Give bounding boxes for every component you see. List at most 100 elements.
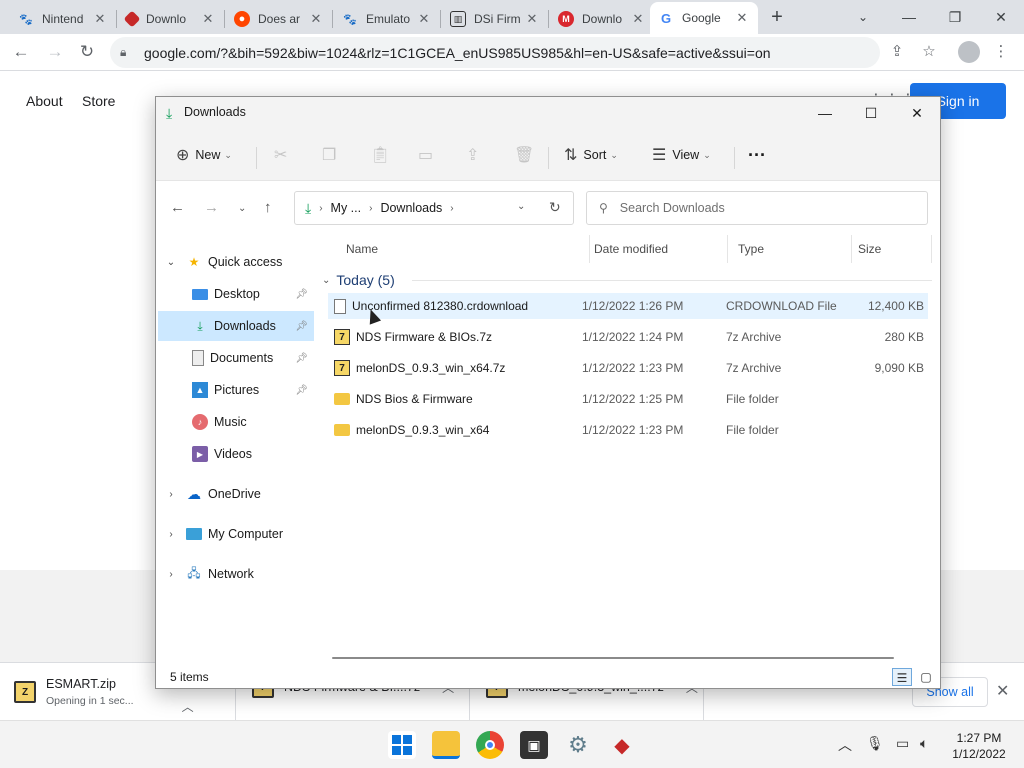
restore-icon[interactable]: ❐ [932,4,978,30]
nav-music[interactable]: ♪ Music [158,407,314,437]
close-window-icon[interactable]: ✕ [978,4,1024,30]
file-row[interactable]: NDS Bios & Firmware 1/12/2022 1:25 PM Fi… [328,386,928,412]
diamond-app-icon[interactable]: ◆ [608,731,636,759]
tiles-view-icon[interactable]: ▢ [916,668,936,686]
nav-videos[interactable]: ▶ Videos [158,439,314,469]
close-tab-icon[interactable]: ✕ [630,11,646,27]
chrome-taskbar-icon[interactable] [476,731,504,759]
minimize-icon[interactable]: — [802,99,848,127]
browser-tab-active[interactable]: G Google ✕ [650,2,758,34]
chevron-right-icon[interactable]: › [164,529,178,540]
browser-tab[interactable]: ● Does ar ✕ [226,4,332,34]
close-tab-icon[interactable]: ✕ [200,11,216,27]
browser-tab[interactable]: ▥ DSi Firm ✕ [442,4,548,34]
horizontal-scrollbar[interactable] [332,657,894,659]
system-clock[interactable]: 1:27 PM 1/12/2022 [944,730,1014,762]
network-monitor-icon[interactable]: ▭ [896,735,909,752]
chevron-up-icon[interactable]: ︿ [182,698,194,715]
view-button[interactable]: ☰ View ⌄ [652,141,711,169]
file-row[interactable]: 7 melonDS_0.9.3_win_x64.7z 1/12/2022 1:2… [328,355,928,381]
group-header-today[interactable]: ⌄ Today (5) [322,269,932,291]
cut-button[interactable]: ✂ [274,141,293,169]
up-arrow-icon[interactable]: ↑ [264,199,272,216]
nav-downloads[interactable]: ⤓ Downloads 📌︎ [158,311,314,341]
maximize-icon[interactable]: ☐ [848,99,894,127]
minimize-icon[interactable]: — [886,4,932,30]
nav-onedrive[interactable]: › ☁ OneDrive [158,479,314,509]
bookmark-star-icon[interactable]: ☆ [918,41,940,63]
more-options-button[interactable]: ··· [748,141,766,169]
pin-icon[interactable]: 📌︎ [295,289,308,300]
file-row[interactable]: Unconfirmed 812380.crdownload 1/12/2022 … [328,293,928,319]
recent-locations-icon[interactable]: ⌄ [238,203,246,214]
forward-icon[interactable]: → [42,39,68,65]
reload-icon[interactable]: ↻ [74,39,100,65]
column-header-date[interactable]: Date modified [584,235,728,263]
share-icon[interactable]: ⇪ [886,41,908,63]
chevron-down-icon: ⌄ [703,149,711,160]
chevron-right-icon[interactable]: › [164,569,178,580]
settings-gear-icon[interactable]: ⚙ [564,731,592,759]
new-tab-button[interactable]: + [766,6,788,28]
breadcrumb-item[interactable]: Downloads [380,201,442,215]
close-tab-icon[interactable]: ✕ [734,10,750,26]
menu-kebab-icon[interactable]: ⋮ [990,41,1012,63]
close-window-icon[interactable]: ✕ [894,99,940,127]
new-button[interactable]: ⊕ New ⌄ [176,141,232,169]
browser-tab[interactable]: M Downlo ✕ [550,4,654,34]
chevron-right-icon[interactable]: › [164,489,178,500]
close-tab-icon[interactable]: ✕ [524,11,540,27]
nav-documents[interactable]: Documents 📌︎ [158,343,314,373]
back-icon[interactable]: ← [8,39,34,65]
about-link[interactable]: About [26,93,63,109]
start-button[interactable] [388,731,416,759]
forward-icon[interactable]: → [204,199,219,216]
chevron-down-icon[interactable]: ⌄ [164,257,178,268]
pin-icon[interactable]: 📌︎ [295,353,308,364]
nav-network[interactable]: › 🖧︎ Network [158,559,314,589]
nav-quick-access[interactable]: ⌄ ★ Quick access [158,247,314,277]
details-view-icon[interactable]: ☰ [892,668,912,686]
pin-icon[interactable]: 📌︎ [295,385,308,396]
breadcrumb-item[interactable]: My ... [331,201,362,215]
pin-icon[interactable]: 📌︎ [295,321,308,332]
copy-button[interactable]: ❐ [322,141,342,169]
close-tab-icon[interactable]: ✕ [308,11,324,27]
chevron-up-icon[interactable]: ︿ [838,735,852,755]
nav-my-computer[interactable]: › My Computer [158,519,314,549]
column-header-size[interactable]: Size [848,235,932,263]
close-tab-icon[interactable]: ✕ [92,11,108,27]
browser-tab[interactable]: Downlo ✕ [118,4,224,34]
nav-desktop[interactable]: Desktop 📌︎ [158,279,314,309]
volume-icon[interactable]: 🔈︎ [920,735,928,752]
delete-button[interactable]: 🗑︎ [514,141,540,169]
search-input[interactable]: ⚲ Search Downloads [586,191,928,225]
back-icon[interactable]: ← [170,199,185,216]
explorer-address-bar[interactable]: ⤓ › My ... › Downloads › ⌄ ↻ [294,191,574,225]
refresh-icon[interactable]: ↻ [549,199,561,216]
paste-button[interactable]: 📋︎ [370,141,396,169]
cloud-icon: ☁ [187,485,201,502]
file-row[interactable]: 7 NDS Firmware & BIOs.7z 1/12/2022 1:24 … [328,324,928,350]
address-bar[interactable]: 🔒︎ google.com/?&bih=592&biw=1024&rlz=1C1… [110,37,880,68]
address-dropdown-icon[interactable]: ⌄ [517,201,525,212]
browser-tab[interactable]: 🐾 Nintend ✕ [10,4,116,34]
sort-button[interactable]: ⇅ Sort ⌄ [564,141,618,169]
column-header-type[interactable]: Type [728,235,852,263]
browser-tab[interactable]: 🐾 Emulato ✕ [334,4,440,34]
download-arrow-icon: ⤓ [166,105,173,121]
file-row[interactable]: melonDS_0.9.3_win_x64 1/12/2022 1:23 PM … [328,417,928,443]
explorer-title-bar[interactable]: ⤓ Downloads — ☐ ✕ [156,97,940,129]
close-shelf-icon[interactable]: ✕ [996,681,1009,701]
close-tab-icon[interactable]: ✕ [416,11,432,27]
column-header-name[interactable]: Name [336,235,590,263]
file-explorer-taskbar-icon[interactable] [432,731,460,759]
rename-button[interactable]: ▭ [418,141,439,169]
nav-pictures[interactable]: ▲ Pictures 📌︎ [158,375,314,405]
tab-search-icon[interactable]: ⌄ [840,4,886,30]
microphone-icon[interactable]: 🎙︎ [866,735,884,752]
store-link[interactable]: Store [82,93,115,109]
share-button[interactable]: ⇪ [466,141,485,169]
profile-avatar[interactable] [958,41,980,63]
store-taskbar-icon[interactable]: ▣ [520,731,548,759]
